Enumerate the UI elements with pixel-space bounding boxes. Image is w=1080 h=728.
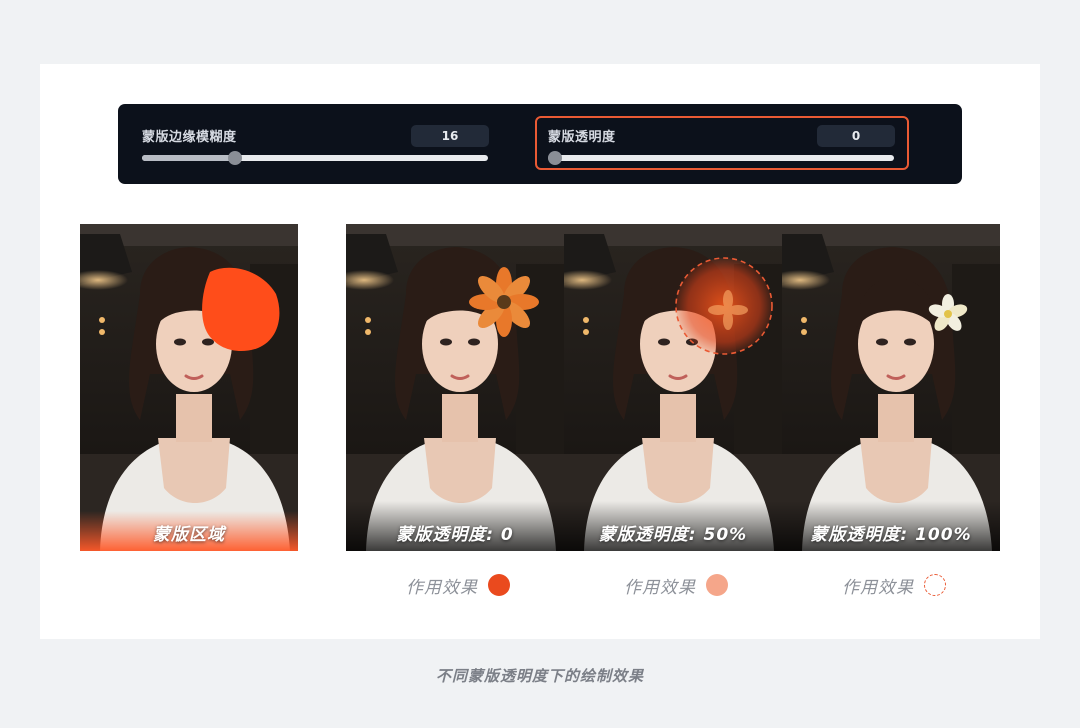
effect-indicator-dashed: 作用效果 — [842, 572, 946, 598]
feather-slider[interactable] — [142, 151, 488, 165]
feather-label: 蒙版边缘模糊度 — [142, 130, 237, 145]
feather-slider-fill — [142, 155, 235, 161]
panel-caption: 蒙版透明度: 0 — [396, 525, 514, 545]
solid-dot-icon — [488, 574, 510, 596]
photo-mask-region: 蒙版区域 — [80, 224, 298, 551]
panel-caption: 蒙版区域 — [153, 525, 225, 545]
opacity-label: 蒙版透明度 — [548, 130, 616, 145]
effect-indicator-light: 作用效果 — [624, 572, 728, 598]
woman-portrait-photo — [80, 224, 298, 551]
woman-portrait-photo — [346, 224, 564, 551]
opacity-value-box[interactable]: 0 — [817, 125, 895, 147]
feather-slider-thumb[interactable] — [228, 151, 242, 165]
effect-label: 作用效果 — [406, 577, 478, 598]
light-dot-icon — [706, 574, 728, 596]
feather-value-box[interactable]: 16 — [411, 125, 489, 147]
photo-opacity-0: 蒙版透明度: 0 — [346, 224, 564, 551]
opacity-slider-thumb[interactable] — [548, 151, 562, 165]
panel-caption: 蒙版透明度: 100% — [810, 525, 972, 545]
effect-indicator-solid: 作用效果 — [406, 572, 510, 598]
orange-flower-icon — [469, 267, 539, 337]
woman-portrait-photo — [782, 224, 1000, 551]
photo-opacity-100: 蒙版透明度: 100% — [782, 224, 1000, 551]
panel-caption: 蒙版透明度: 50% — [598, 525, 748, 545]
woman-portrait-photo — [564, 224, 782, 551]
opacity-slider[interactable] — [548, 151, 894, 165]
dashed-dot-icon — [924, 574, 946, 596]
content-card: 蒙版边缘模糊度 16 蒙版透明度 0 蒙版区域 蒙版透明度: 0 蒙版透明度: … — [40, 64, 1040, 639]
effect-label: 作用效果 — [624, 577, 696, 598]
photo-opacity-50: 蒙版透明度: 50% — [564, 224, 782, 551]
mask-control-panel: 蒙版边缘模糊度 16 蒙版透明度 0 — [118, 104, 962, 184]
footer-title: 不同蒙版透明度下的绘制效果 — [435, 667, 644, 685]
effect-label: 作用效果 — [842, 577, 914, 598]
